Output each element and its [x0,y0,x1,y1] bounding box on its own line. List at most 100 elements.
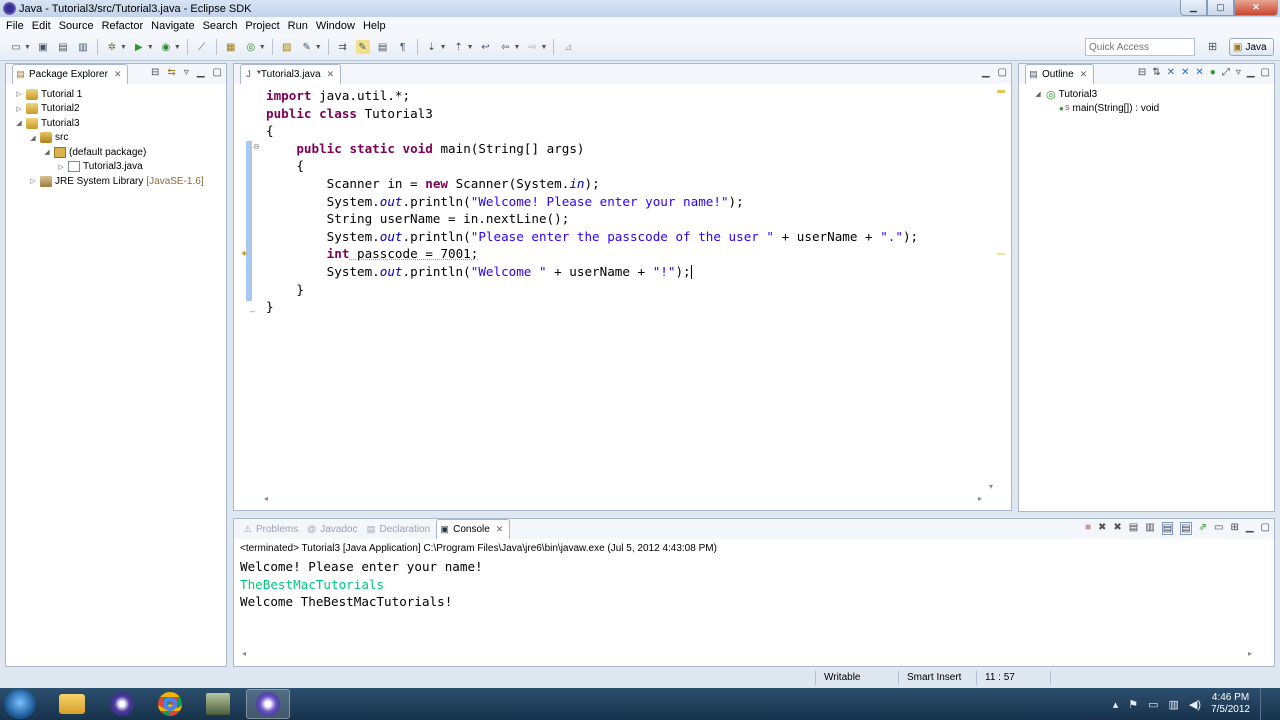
tree-item[interactable]: ▷ Tutorial3.java [14,160,226,175]
print-icon[interactable]: ▥ [76,40,90,54]
tree-item[interactable]: ▷ Tutorial2 [14,102,226,117]
volume-icon[interactable]: ◀) [1189,698,1201,711]
collapse-all-icon[interactable]: ⊟ [151,67,159,78]
expand-icon[interactable]: ◢ [14,119,24,127]
maximize-view-icon[interactable]: ▢ [1261,522,1270,535]
save-icon[interactable]: ▣ [36,40,50,54]
taskbar-clock[interactable]: 4:46 PM 7/5/2012 [1211,692,1250,716]
hide-local-types-icon[interactable]: ● [1210,67,1216,78]
menu-help[interactable]: Help [361,20,392,32]
menu-file[interactable]: File [4,20,30,32]
taskbar-app[interactable] [196,689,240,719]
scroll-left-icon[interactable]: ◂ [242,649,246,659]
java-perspective-button[interactable]: ▣ Java [1229,38,1274,56]
search-dropdown-icon[interactable]: ▼ [315,44,322,51]
pin-editor-icon[interactable]: ⊿ [561,40,575,54]
hide-static-icon[interactable]: ✕ [1181,67,1189,78]
action-center-flag-icon[interactable]: ⚑ [1128,698,1138,711]
expand-icon[interactable]: ▷ [14,105,24,113]
forward-dropdown-icon[interactable]: ▼ [540,44,547,51]
tab-javadoc[interactable]: @ Javadoc [304,519,363,539]
code-area[interactable]: import java.util.*; public class Tutorial… [266,87,918,316]
scroll-right-icon[interactable]: ▸ [1248,649,1252,659]
menu-source[interactable]: Source [57,20,100,32]
open-perspective-icon[interactable]: ⊞ [1208,40,1222,54]
minimize-view-icon[interactable]: ▁ [197,67,205,78]
menu-window[interactable]: Window [314,20,361,32]
tree-item[interactable]: ▷ Tutorial 1 [14,87,226,102]
console-output[interactable]: Welcome! Please enter your name! TheBestM… [234,558,1274,611]
outline-item-class[interactable]: ◢ ◎ Tutorial3 [1033,87,1274,102]
terminate-icon[interactable]: ■ [1085,522,1091,535]
minimize-view-icon[interactable]: ▁ [982,67,990,78]
skip-breakpoints-icon[interactable]: ⟋ [195,40,209,54]
expand-icon[interactable]: ◢ [1033,90,1043,98]
menu-project[interactable]: Project [243,20,285,32]
minimize-view-icon[interactable]: ▁ [1247,67,1255,78]
menu-search[interactable]: Search [201,20,244,32]
minimize-button[interactable]: ▁ [1180,0,1207,16]
outline-item-method[interactable]: ● S main(String[]) : void [1033,102,1274,117]
tab-outline[interactable]: ▤ Outline ✕ [1025,64,1095,84]
tree-item[interactable]: ◢ src [14,131,226,146]
display-icon[interactable]: ▭ [1148,698,1158,711]
taskbar-chrome[interactable] [148,689,192,719]
tab-problems[interactable]: ⚠ Problems [240,519,304,539]
scroll-right-icon[interactable]: ▸ [978,494,982,504]
tree-item[interactable]: ◢ Tutorial3 [14,116,226,131]
back-icon[interactable]: ⇦ [499,40,513,54]
taskbar-explorer[interactable] [50,689,94,719]
new-java-class-icon[interactable]: ◎ [244,40,258,54]
next-annotation-icon[interactable]: ⇣ [425,40,439,54]
tab-declaration[interactable]: ▤ Declaration [364,519,437,539]
warning-lightbulb-icon[interactable]: ✦ [240,249,248,260]
tab-package-explorer[interactable]: ▤ Package Explorer ✕ [12,64,129,84]
expand-icon[interactable]: ◢ [42,148,52,156]
show-stdout-icon[interactable]: ▤ [1161,522,1174,535]
remove-launch-icon[interactable]: ✖ [1098,522,1106,535]
menu-navigate[interactable]: Navigate [149,20,200,32]
hide-fields-icon[interactable]: ✕ [1167,67,1175,78]
collapse-fold-icon[interactable]: ⊖ [253,142,260,151]
view-menu-icon[interactable]: ▿ [1236,67,1241,78]
close-window-button[interactable]: ✕ [1234,0,1278,16]
run-dropdown-icon[interactable]: ▼ [147,44,154,51]
external-tools-icon[interactable]: ◉ [159,40,173,54]
new-icon[interactable]: ▭ [9,40,23,54]
open-console-icon[interactable]: ⊞ [1230,522,1238,535]
show-stderr-icon[interactable]: ▤ [1180,522,1192,535]
link-with-editor-icon[interactable]: ⤢ [1222,67,1230,78]
view-menu-icon[interactable]: ▿ [184,67,189,78]
back-dropdown-icon[interactable]: ▼ [514,44,521,51]
save-all-icon[interactable]: ▤ [56,40,70,54]
last-edit-location-icon[interactable]: ↩ [479,40,493,54]
link-with-editor-icon[interactable]: ⇆ [167,67,175,78]
scroll-left-icon[interactable]: ◂ [264,494,268,504]
expand-icon[interactable]: ▷ [56,163,66,171]
external-tools-dropdown-icon[interactable]: ▼ [174,44,181,51]
start-button[interactable] [4,689,36,719]
debug-dropdown-icon[interactable]: ▼ [120,44,127,51]
remove-all-terminated-icon[interactable]: ✖ [1113,522,1121,535]
forward-icon[interactable]: ⇨ [525,40,539,54]
maximize-view-icon[interactable]: ▢ [1261,67,1270,78]
hide-non-public-icon[interactable]: ✕ [1195,67,1203,78]
close-tab-icon[interactable]: ✕ [327,69,335,80]
scroll-lock-icon[interactable]: ▥ [1145,522,1154,535]
close-tab-icon[interactable]: ✕ [114,69,122,80]
editor-horizontal-scrollbar[interactable]: ◂ ▸ [264,494,982,504]
pin-console-icon[interactable]: ⇗ [1199,522,1207,535]
debug-icon[interactable]: ✲ [105,40,119,54]
menu-edit[interactable]: Edit [30,20,57,32]
menu-run[interactable]: Run [286,20,314,32]
tree-item[interactable]: ◢ (default package) [14,145,226,160]
collapse-all-icon[interactable]: ⊟ [1138,67,1146,78]
network-icon[interactable]: ▥ [1169,698,1179,711]
tab-console[interactable]: ▣ Console ✕ [436,519,511,539]
search-icon[interactable]: ✎ [300,40,314,54]
previous-annotation-dropdown-icon[interactable]: ▼ [467,44,474,51]
run-icon[interactable]: ▶ [132,40,146,54]
expand-icon[interactable]: ▷ [14,90,24,98]
maximize-button[interactable]: ▢ [1207,0,1234,16]
open-type-icon[interactable]: ▧ [280,40,294,54]
